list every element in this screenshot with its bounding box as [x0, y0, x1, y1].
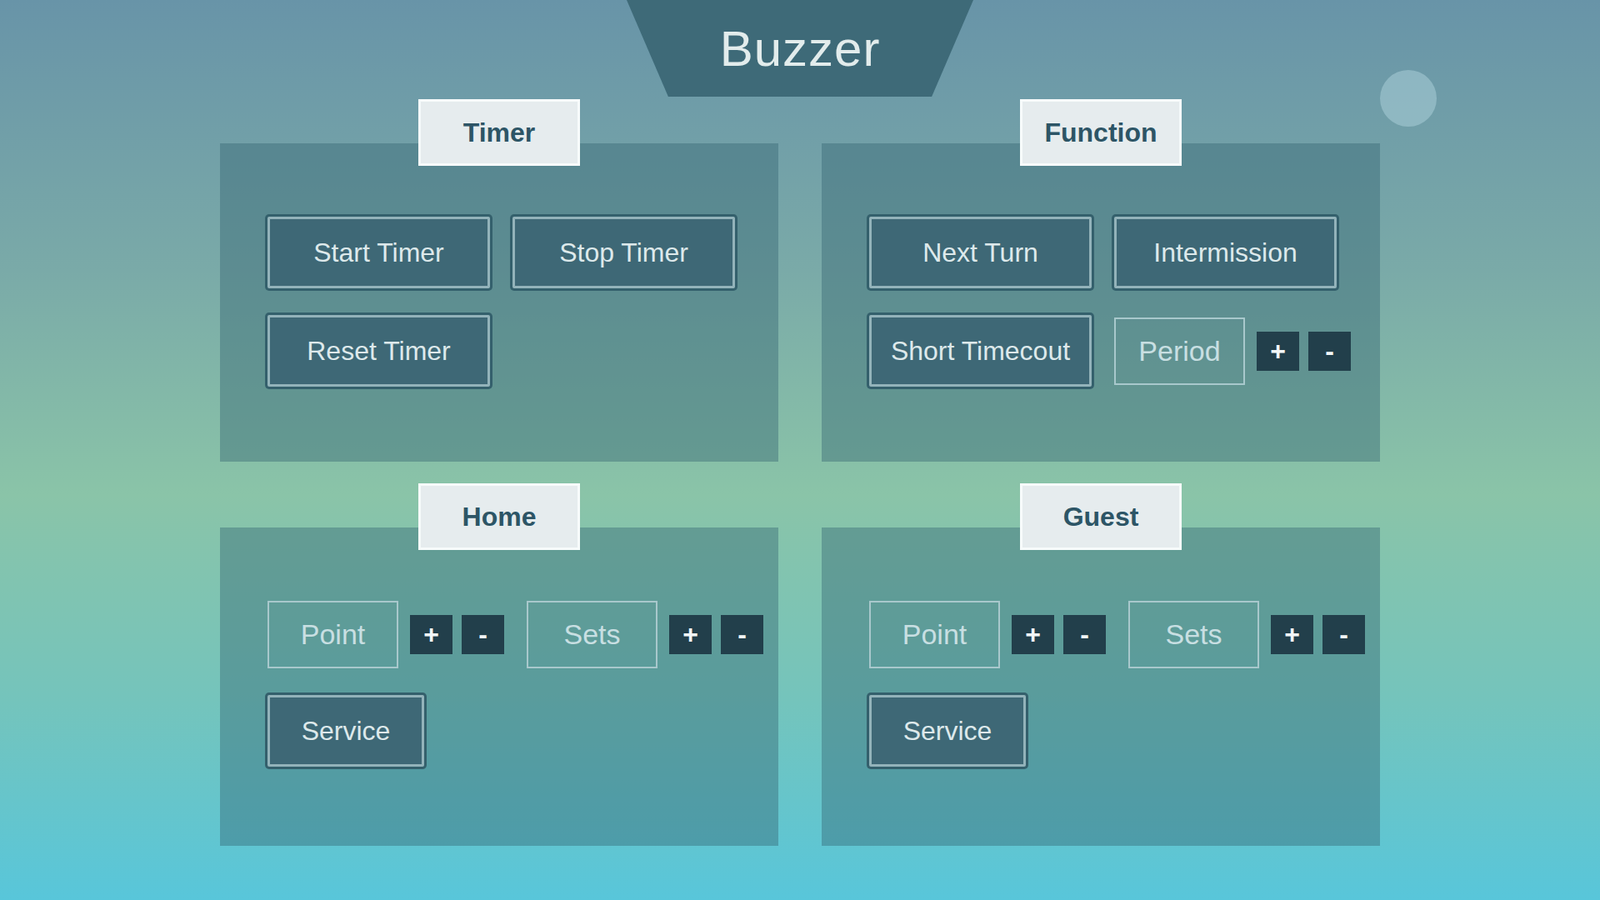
panel-grid: Timer Start Timer Stop Timer Reset Timer Fun… [220, 99, 1380, 846]
panel: Start Timer Stop Timer Reset Timer [220, 143, 779, 462]
plus-button[interactable]: + [1011, 615, 1055, 655]
control-row: Next Turn Intermission [869, 216, 1342, 289]
minus-button[interactable]: - [1322, 615, 1365, 655]
plus-button[interactable]: + [669, 615, 712, 655]
plus-button[interactable]: + [1270, 615, 1314, 655]
service-button[interactable]: Service [869, 695, 1026, 767]
panel-header: Timer [418, 99, 580, 166]
plus-button[interactable]: + [1256, 331, 1300, 371]
minus-button[interactable]: - [461, 615, 505, 655]
panel: Next Turn Intermission Short Timecout Perio… [821, 143, 1380, 462]
point-counter: Point +- [869, 600, 1106, 669]
minus-button[interactable]: - [1308, 331, 1351, 371]
minus-button[interactable]: - [1063, 615, 1106, 655]
point-counter: Point +- [267, 600, 505, 669]
period-counter: Period +- [1114, 317, 1351, 385]
home-section: HomePoint+-Sets+-Service [220, 483, 779, 846]
counter-label: Period [1114, 317, 1245, 385]
ball-icon [1380, 70, 1437, 127]
reset-timer-button[interactable]: Reset Timer [267, 315, 490, 387]
counter-label: Point [869, 600, 1000, 669]
control-row: Point+-Sets+- [267, 600, 740, 669]
plus-button[interactable]: + [410, 615, 453, 655]
next-turn-button[interactable]: Next Turn [869, 216, 1092, 289]
counter-label: Sets [1128, 600, 1260, 669]
stop-timer-button[interactable]: Stop Timer [512, 216, 735, 289]
counter-label: Sets [526, 600, 658, 669]
start-timer-button[interactable]: Start Timer [267, 216, 490, 289]
title: Buzzer [720, 20, 881, 78]
control-row: Service [869, 695, 1342, 767]
title-tab: Buzzer [626, 0, 974, 97]
timer-section: Timer Start Timer Stop Timer Reset Timer [220, 99, 779, 462]
function-section: Function Next Turn Intermission Short Timec… [821, 99, 1380, 462]
short-timecout-button[interactable]: Short Timecout [869, 315, 1092, 387]
control-row: Start Timer Stop Timer [267, 216, 740, 289]
panel-header: Home [418, 483, 580, 550]
minus-button[interactable]: - [720, 615, 764, 655]
buzzer-screen: Buzzer Timer Start Timer Stop Timer Reset Ti… [0, 0, 1600, 900]
panel-header: Function [1020, 99, 1182, 166]
panel-header: Guest [1020, 483, 1182, 550]
counter-label: Point [267, 600, 399, 669]
guest-section: GuestPoint+-Sets+-Service [821, 483, 1380, 846]
sets-counter: Sets +- [526, 600, 764, 669]
service-button[interactable]: Service [267, 695, 425, 767]
panel: Point+-Sets+-Service [220, 527, 779, 846]
panel: Point+-Sets+-Service [821, 527, 1380, 846]
intermission-button[interactable]: Intermission [1114, 216, 1337, 289]
control-row: Short TimecoutPeriod+- [869, 315, 1342, 387]
control-row: Reset Timer [267, 315, 740, 387]
sets-counter: Sets+- [1128, 600, 1365, 669]
control-row: Service [267, 695, 740, 767]
control-row: Point+-Sets+- [869, 600, 1342, 669]
